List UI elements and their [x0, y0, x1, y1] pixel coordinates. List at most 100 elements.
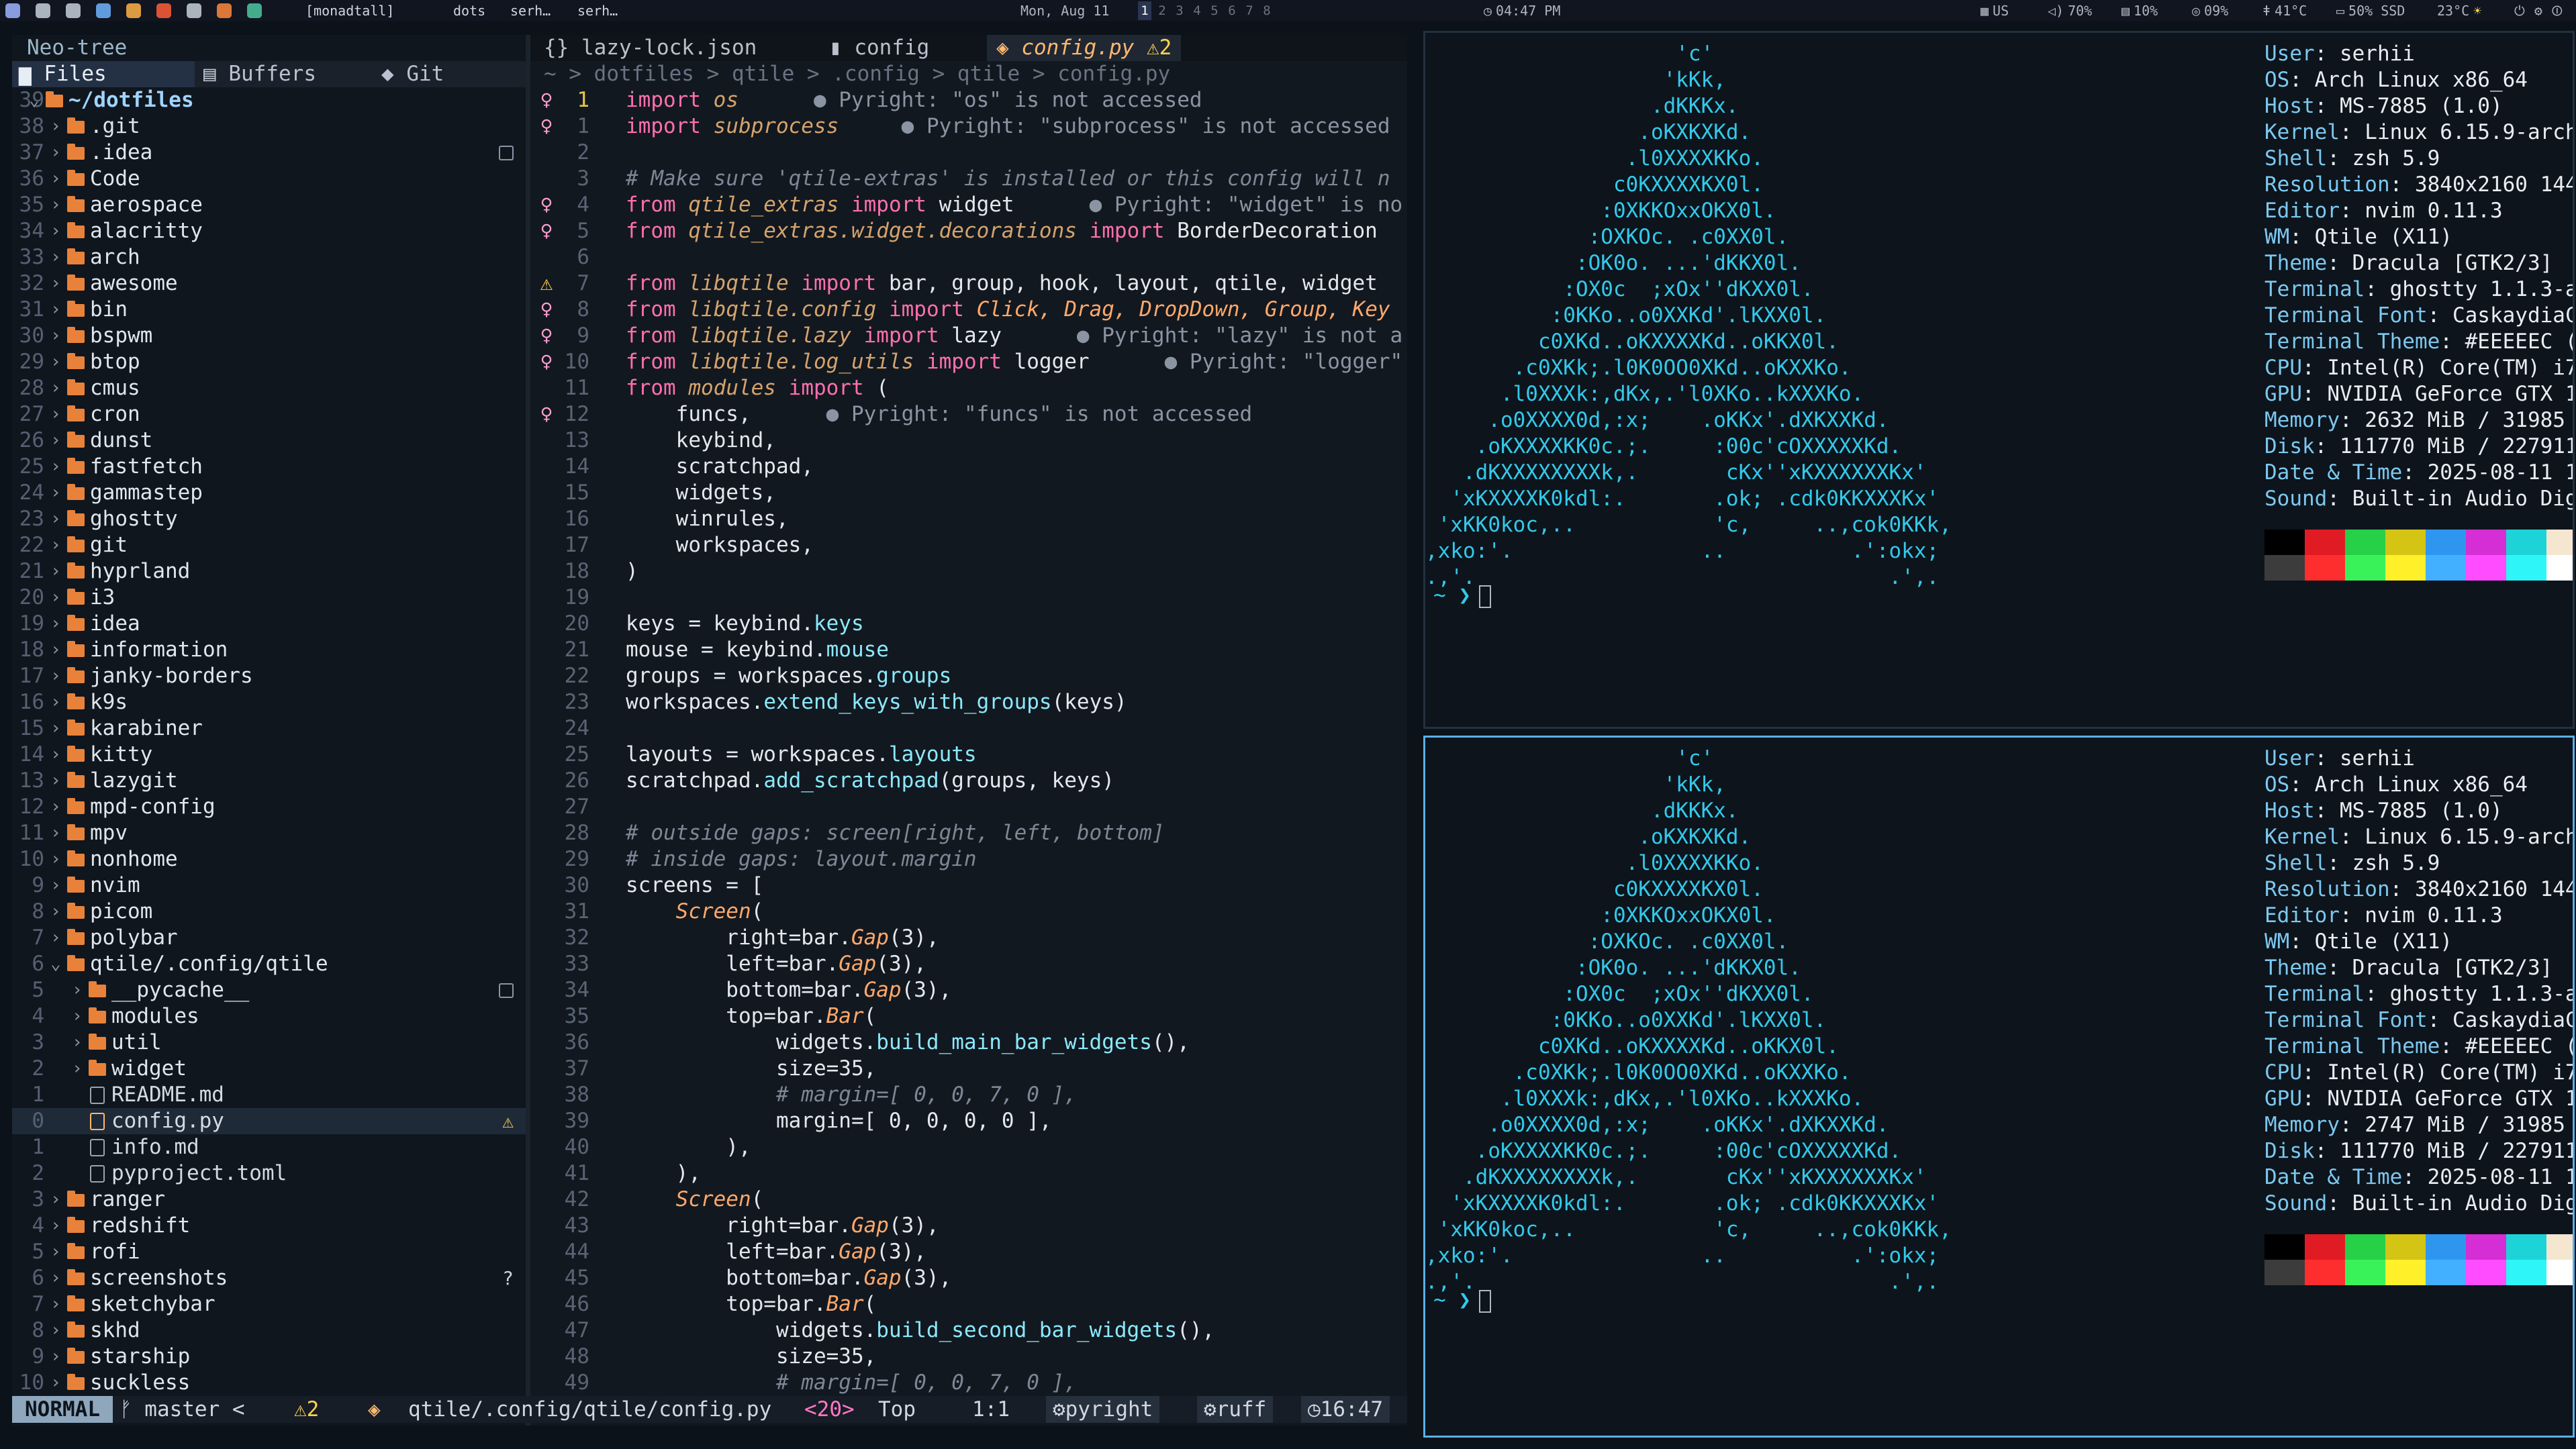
file-item[interactable]: 0 config.py ⚠: [12, 1108, 526, 1134]
terminal-bottom[interactable]: 'c' 'kKk, .dKKKx. .oKXKXKd. .l0XXXXKKo. …: [1423, 736, 2575, 1438]
folder-item[interactable]: 18 › information: [12, 637, 526, 663]
chevron-right-icon[interactable]: ›: [48, 820, 63, 846]
code-line[interactable]: 48 size=35,: [530, 1344, 1407, 1370]
code-line[interactable]: 44 left=bar.Gap(3),: [530, 1239, 1407, 1265]
chevron-right-icon[interactable]: ›: [48, 244, 63, 270]
code-line[interactable]: ♀ 9 from libqtile.lazy import lazy ● Pyrig…: [530, 323, 1407, 349]
logout-icon[interactable]: ⏼: [2552, 3, 2563, 19]
code-line[interactable]: ⚠ 7 from libqtile import bar, group, hook,…: [530, 270, 1407, 297]
firefox-icon[interactable]: [217, 3, 232, 18]
code-line[interactable]: 11 from modules import (: [530, 375, 1407, 401]
chevron-right-icon[interactable]: ›: [48, 1317, 63, 1344]
folder-item[interactable]: 4 › modules: [12, 1003, 526, 1030]
folder-item[interactable]: 9 › starship: [12, 1344, 526, 1370]
code-line[interactable]: ♀ 8 from libqtile.config import Click, Dra…: [530, 297, 1407, 323]
code-line[interactable]: 41 ),: [530, 1160, 1407, 1187]
folder-item[interactable]: 30 › bspwm: [12, 323, 526, 349]
code-line[interactable]: 14 scratchpad,: [530, 454, 1407, 480]
lsp-ruff[interactable]: ⚙ruff: [1197, 1396, 1274, 1423]
chevron-right-icon[interactable]: ›: [48, 663, 63, 689]
chevron-right-icon[interactable]: ›: [48, 454, 63, 480]
folder-item[interactable]: 5 › rofi: [12, 1239, 526, 1265]
folder-item[interactable]: 26 › dunst: [12, 428, 526, 454]
code-line[interactable]: 34 bottom=bar.Gap(3),: [530, 977, 1407, 1003]
workspace-3[interactable]: 3: [1173, 1, 1186, 20]
chevron-right-icon[interactable]: ›: [48, 872, 63, 899]
chevron-right-icon[interactable]: ›: [48, 925, 63, 951]
folder-item[interactable]: 29 › btop: [12, 349, 526, 375]
tab-config-py[interactable]: ◈ config.py ⚠2: [987, 35, 1182, 61]
code-line[interactable]: 28 # outside gaps: screen[right, left, bo…: [530, 820, 1407, 846]
folder-item[interactable]: 8 › skhd: [12, 1317, 526, 1344]
chevron-right-icon[interactable]: ›: [48, 532, 63, 558]
folder-item[interactable]: 5 › __pycache__: [12, 977, 526, 1003]
chevron-right-icon[interactable]: ›: [48, 349, 63, 375]
folder-item[interactable]: 24 › gammastep: [12, 480, 526, 506]
folder-item[interactable]: 17 › janky-borders: [12, 663, 526, 689]
chevron-right-icon[interactable]: ›: [48, 166, 63, 192]
code-line[interactable]: 33 left=bar.Gap(3),: [530, 951, 1407, 977]
folder-item[interactable]: 14 › kitty: [12, 742, 526, 768]
tab-git[interactable]: ◆ Git: [381, 61, 444, 87]
tab-buffers[interactable]: ▤ Buffers: [203, 61, 316, 87]
chevron-right-icon[interactable]: ›: [48, 637, 63, 663]
chevron-right-icon[interactable]: ›: [48, 323, 63, 349]
code-line[interactable]: 37 size=35,: [530, 1056, 1407, 1082]
chevron-right-icon[interactable]: ›: [48, 375, 63, 401]
chevron-right-icon[interactable]: ›: [48, 506, 63, 532]
code-line[interactable]: 30 screens = [: [530, 872, 1407, 899]
code-line[interactable]: 16 winrules,: [530, 506, 1407, 532]
chevron-right-icon[interactable]: ›: [48, 140, 63, 166]
code-line[interactable]: 45 bottom=bar.Gap(3),: [530, 1265, 1407, 1291]
code-line[interactable]: 42 Screen(: [530, 1187, 1407, 1213]
code-line[interactable]: 39 margin=[ 0, 0, 0, 0 ],: [530, 1108, 1407, 1134]
code-line[interactable]: ♀ 1 import os ● Pyright: "os" is not acces…: [530, 87, 1407, 113]
tab-files[interactable]: ▆ Files: [12, 61, 195, 87]
folder-item[interactable]: 6 ⌄ qtile/.config/qtile: [12, 951, 526, 977]
chevron-right-icon[interactable]: ›: [48, 480, 63, 506]
keyboard-layout[interactable]: ▦ US: [1981, 0, 2009, 21]
folder-item[interactable]: 8 › picom: [12, 899, 526, 925]
folder-item[interactable]: 10 › suckless: [12, 1370, 526, 1396]
code-line[interactable]: 32 right=bar.Gap(3),: [530, 925, 1407, 951]
folder-item[interactable]: 35 › aerospace: [12, 192, 526, 218]
folder-item[interactable]: 34 › alacritty: [12, 218, 526, 244]
workspace-4[interactable]: 4: [1190, 1, 1204, 20]
code-line[interactable]: 24: [530, 715, 1407, 742]
folder-item[interactable]: 10 › nonhome: [12, 846, 526, 872]
code-line[interactable]: 3 # Make sure 'qtile-extras' is installed…: [530, 166, 1407, 192]
code-line[interactable]: 15 widgets,: [530, 480, 1407, 506]
workspace-1[interactable]: 1: [1138, 1, 1151, 20]
code-line[interactable]: 22 groups = workspaces.groups: [530, 663, 1407, 689]
code-line[interactable]: 20 keys = keybind.keys: [530, 611, 1407, 637]
folder-item[interactable]: 27 › cron: [12, 401, 526, 428]
folder-item[interactable]: 3 › ranger: [12, 1187, 526, 1213]
chrome-icon[interactable]: [247, 3, 262, 18]
workspace-8[interactable]: 8: [1260, 1, 1274, 20]
chevron-right-icon[interactable]: ›: [70, 977, 85, 1003]
chevron-right-icon[interactable]: ›: [48, 401, 63, 428]
power-icon[interactable]: ⏻: [2514, 3, 2525, 19]
chevron-right-icon[interactable]: ›: [48, 1291, 63, 1317]
brave-icon[interactable]: [156, 3, 171, 18]
chevron-right-icon[interactable]: ›: [48, 1187, 63, 1213]
window-serh-2[interactable]: serh…: [577, 0, 618, 21]
folder-item[interactable]: 32 › awesome: [12, 270, 526, 297]
chevron-right-icon[interactable]: ›: [48, 192, 63, 218]
chevron-right-icon[interactable]: ›: [48, 1213, 63, 1239]
code-line[interactable]: 46 top=bar.Bar(: [530, 1291, 1407, 1317]
volume-widget[interactable]: ◁) 70%: [2048, 0, 2092, 21]
code-line[interactable]: 19: [530, 585, 1407, 611]
folder-item[interactable]: 31 › bin: [12, 297, 526, 323]
code-line[interactable]: 2: [530, 140, 1407, 166]
code-line[interactable]: ♀ 1 import subprocess ● Pyright: "subproce…: [530, 113, 1407, 140]
folder-item[interactable]: 20 › i3: [12, 585, 526, 611]
editor-pane[interactable]: {} lazy-lock.json ▮ config ◈ config.py ⚠…: [530, 35, 1407, 1426]
github-icon[interactable]: [187, 3, 201, 18]
window-separator[interactable]: [526, 35, 530, 1426]
folder-item[interactable]: 39 ⌄ ~/dotfiles: [12, 87, 526, 113]
code-line[interactable]: 40 ),: [530, 1134, 1407, 1160]
code-line[interactable]: 47 widgets.build_second_bar_widgets(),: [530, 1317, 1407, 1344]
settings-icon[interactable]: ⚙: [2534, 3, 2542, 19]
code-line[interactable]: 43 right=bar.Gap(3),: [530, 1213, 1407, 1239]
